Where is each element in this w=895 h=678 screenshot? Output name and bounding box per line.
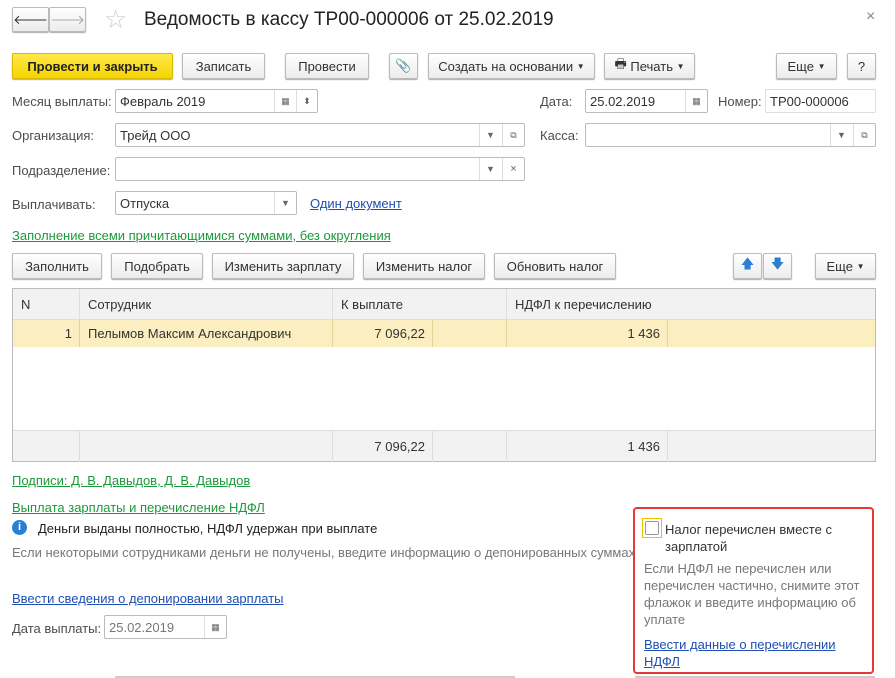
back-button[interactable]: 🡐: [12, 7, 49, 32]
info-icon: i: [12, 520, 27, 535]
date-label: Дата:: [540, 94, 573, 109]
tax-hint: Если НДФЛ не перечислен или перечислен ч…: [644, 561, 860, 627]
chevron-down-icon: ▼: [817, 61, 826, 71]
signatures-link[interactable]: Подписи: Д. В. Давыдов, Д. В. Давыдов: [12, 473, 250, 488]
attach-button[interactable]: 📎: [389, 53, 418, 79]
star-icon[interactable]: ☆: [104, 4, 127, 35]
open-icon[interactable]: ⧉: [853, 124, 875, 146]
cell-pay: 7 096,22: [374, 326, 425, 341]
dept-field[interactable]: ▼ ×: [115, 157, 525, 181]
clear-icon[interactable]: ×: [502, 158, 524, 180]
chevron-down-icon: ▼: [676, 61, 685, 71]
chevron-down-icon: ▼: [576, 61, 585, 71]
cash-field[interactable]: ▼ ⧉: [585, 123, 876, 147]
month-field[interactable]: Февраль 2019 ▦ ⬍: [115, 89, 318, 113]
post-button[interactable]: Провести: [285, 53, 369, 79]
chevron-down-icon[interactable]: ▼: [479, 124, 501, 146]
update-tax-button[interactable]: Обновить налог: [494, 253, 616, 279]
create-based-button[interactable]: Создать на основании ▼: [428, 53, 595, 79]
spin-stepper[interactable]: ⬍: [296, 90, 317, 112]
printer-icon: 🖶: [614, 56, 627, 71]
header-pay[interactable]: К выплате: [333, 289, 507, 320]
dept-label: Подразделение:: [12, 163, 111, 178]
more-button[interactable]: Еще ▼: [776, 53, 837, 79]
open-icon[interactable]: ⧉: [502, 124, 524, 146]
pay-select[interactable]: Отпуска ▼: [115, 191, 297, 215]
forward-button[interactable]: 🡒: [49, 7, 86, 32]
tax-checkbox-label[interactable]: Налог перечислен вместе с зарплатой: [665, 521, 865, 555]
table-header: N Сотрудник К выплате НДФЛ к перечислени…: [13, 289, 875, 320]
paperclip-icon: 📎: [395, 58, 412, 73]
move-down-button[interactable]: 🡇: [763, 253, 792, 279]
number-field[interactable]: ТР00-000006: [765, 89, 876, 113]
cash-label: Касса:: [540, 128, 579, 143]
date-field[interactable]: 25.02.2019 ▦: [585, 89, 708, 113]
post-close-button[interactable]: Провести и закрыть: [12, 53, 173, 79]
pay-date-label: Дата выплаты:: [12, 621, 102, 636]
employees-table: N Сотрудник К выплате НДФЛ к перечислени…: [12, 288, 876, 462]
total-tax: 1 436: [627, 439, 660, 454]
change-salary-button[interactable]: Изменить зарплату: [212, 253, 354, 279]
tax-checkbox[interactable]: [642, 518, 662, 538]
one-doc-link[interactable]: Один документ: [310, 196, 402, 211]
header-tax[interactable]: НДФЛ к перечислению: [507, 289, 707, 320]
chevron-down-icon[interactable]: ▼: [830, 124, 852, 146]
month-label: Месяц выплаты:: [12, 94, 112, 109]
tax-payment-link[interactable]: Ввести данные о перечислении НДФЛ: [644, 636, 866, 670]
print-button[interactable]: 🖶 Печать ▼: [604, 53, 695, 79]
arrow-down-icon: 🡇: [770, 256, 785, 271]
calendar-icon[interactable]: ▦: [204, 616, 226, 638]
tax-panel: Налог перечислен вместе с зарплатой Если…: [633, 507, 874, 674]
fill-button[interactable]: Заполнить: [12, 253, 102, 279]
hint-text: Если некоторыми сотрудниками деньги не п…: [12, 545, 634, 560]
help-button[interactable]: ?: [847, 53, 876, 79]
fill-mode-link[interactable]: Заполнение всеми причитающимися суммами,…: [12, 228, 391, 243]
chevron-down-icon[interactable]: ▼: [479, 158, 501, 180]
chevron-down-icon[interactable]: ▼: [274, 192, 296, 214]
pay-date-field[interactable]: 25.02.2019 ▦: [104, 615, 227, 639]
save-button[interactable]: Записать: [182, 53, 265, 79]
table-footer: 7 096,22 1 436: [13, 430, 875, 462]
cell-tax: 1 436: [627, 326, 660, 341]
payment-section-link[interactable]: Выплата зарплаты и перечисление НДФЛ: [12, 500, 265, 515]
arrow-up-icon: 🡅: [740, 256, 755, 271]
window-title: Ведомость в кассу ТР00-000006 от 25.02.2…: [144, 9, 554, 30]
chevron-down-icon: ▼: [856, 261, 865, 271]
pay-label: Выплачивать:: [12, 197, 96, 212]
header-employee[interactable]: Сотрудник: [80, 289, 333, 320]
org-field[interactable]: Трейд ООО ▼ ⧉: [115, 123, 525, 147]
move-up-button[interactable]: 🡅: [733, 253, 762, 279]
calendar-icon[interactable]: ▦: [274, 90, 296, 112]
header-n[interactable]: N: [13, 289, 80, 320]
close-icon[interactable]: ×: [866, 8, 875, 26]
pick-button[interactable]: Подобрать: [111, 253, 203, 279]
table-more-button[interactable]: Еще ▼: [815, 253, 876, 279]
info-text: Деньги выданы полностью, НДФЛ удержан пр…: [38, 521, 378, 536]
cell-employee: Пелымов Максим Александрович: [88, 326, 292, 341]
cell-n: 1: [64, 326, 72, 341]
calendar-icon[interactable]: ▦: [685, 90, 707, 112]
org-label: Организация:: [12, 128, 95, 143]
total-pay: 7 096,22: [374, 439, 425, 454]
change-tax-button[interactable]: Изменить налог: [363, 253, 485, 279]
deposit-link[interactable]: Ввести сведения о депонировании зарплаты: [12, 591, 284, 606]
number-label: Номер:: [718, 94, 762, 109]
table-row[interactable]: 1 Пелымов Максим Александрович 7 096,22 …: [13, 320, 875, 347]
